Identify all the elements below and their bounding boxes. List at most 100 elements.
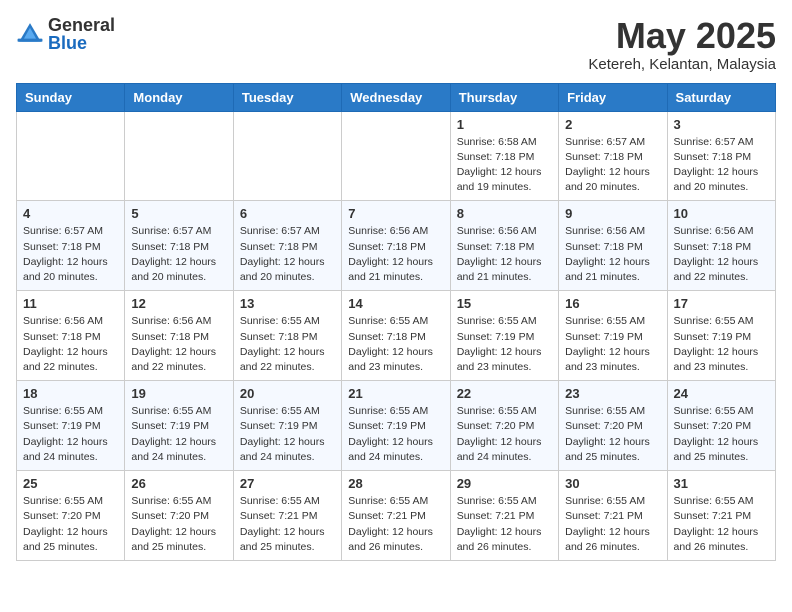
calendar-cell: 27 Sunrise: 6:55 AM Sunset: 7:21 PM Dayli… bbox=[233, 471, 341, 561]
calendar-cell: 5 Sunrise: 6:57 AM Sunset: 7:18 PM Daylig… bbox=[125, 201, 233, 291]
day-number: 23 bbox=[565, 386, 660, 401]
day-number: 21 bbox=[348, 386, 443, 401]
calendar-cell: 22 Sunrise: 6:55 AM Sunset: 7:20 PM Dayli… bbox=[450, 381, 558, 471]
day-info: Sunrise: 6:55 AM Sunset: 7:19 PM Dayligh… bbox=[457, 314, 552, 375]
day-number: 2 bbox=[565, 117, 660, 132]
day-info: Sunrise: 6:55 AM Sunset: 7:21 PM Dayligh… bbox=[348, 494, 443, 555]
day-number: 14 bbox=[348, 296, 443, 311]
calendar-cell: 8 Sunrise: 6:56 AM Sunset: 7:18 PM Daylig… bbox=[450, 201, 558, 291]
logo-icon bbox=[16, 20, 44, 48]
day-info: Sunrise: 6:57 AM Sunset: 7:18 PM Dayligh… bbox=[565, 135, 660, 196]
calendar-cell: 10 Sunrise: 6:56 AM Sunset: 7:18 PM Dayli… bbox=[667, 201, 775, 291]
calendar-cell: 13 Sunrise: 6:55 AM Sunset: 7:18 PM Dayli… bbox=[233, 291, 341, 381]
day-number: 16 bbox=[565, 296, 660, 311]
location-title: Ketereh, Kelantan, Malaysia bbox=[588, 56, 776, 73]
day-number: 11 bbox=[23, 296, 118, 311]
day-info: Sunrise: 6:56 AM Sunset: 7:18 PM Dayligh… bbox=[674, 224, 769, 285]
day-number: 13 bbox=[240, 296, 335, 311]
calendar-cell bbox=[233, 111, 341, 201]
day-number: 31 bbox=[674, 476, 769, 491]
day-info: Sunrise: 6:55 AM Sunset: 7:19 PM Dayligh… bbox=[348, 404, 443, 465]
day-number: 12 bbox=[131, 296, 226, 311]
day-number: 4 bbox=[23, 206, 118, 221]
day-info: Sunrise: 6:55 AM Sunset: 7:20 PM Dayligh… bbox=[565, 404, 660, 465]
day-number: 22 bbox=[457, 386, 552, 401]
calendar-cell: 14 Sunrise: 6:55 AM Sunset: 7:18 PM Dayli… bbox=[342, 291, 450, 381]
calendar-cell: 9Sunrise: 6:56 AM Sunset: 7:18 PM Daylig… bbox=[559, 201, 667, 291]
day-info: Sunrise: 6:55 AM Sunset: 7:19 PM Dayligh… bbox=[23, 404, 118, 465]
day-number: 10 bbox=[674, 206, 769, 221]
day-info: Sunrise: 6:58 AM Sunset: 7:18 PM Dayligh… bbox=[457, 135, 552, 196]
day-info: Sunrise: 6:55 AM Sunset: 7:19 PM Dayligh… bbox=[565, 314, 660, 375]
weekday-header-saturday: Saturday bbox=[667, 83, 775, 111]
day-info: Sunrise: 6:55 AM Sunset: 7:18 PM Dayligh… bbox=[348, 314, 443, 375]
day-info: Sunrise: 6:55 AM Sunset: 7:21 PM Dayligh… bbox=[674, 494, 769, 555]
weekday-header-wednesday: Wednesday bbox=[342, 83, 450, 111]
day-info: Sunrise: 6:55 AM Sunset: 7:20 PM Dayligh… bbox=[457, 404, 552, 465]
calendar-cell: 26 Sunrise: 6:55 AM Sunset: 7:20 PM Dayli… bbox=[125, 471, 233, 561]
day-number: 15 bbox=[457, 296, 552, 311]
calendar-cell: 1 Sunrise: 6:58 AM Sunset: 7:18 PM Daylig… bbox=[450, 111, 558, 201]
day-info: Sunrise: 6:56 AM Sunset: 7:18 PM Dayligh… bbox=[131, 314, 226, 375]
weekday-header-friday: Friday bbox=[559, 83, 667, 111]
calendar-cell: 21 Sunrise: 6:55 AM Sunset: 7:19 PM Dayli… bbox=[342, 381, 450, 471]
day-number: 8 bbox=[457, 206, 552, 221]
day-number: 19 bbox=[131, 386, 226, 401]
day-number: 26 bbox=[131, 476, 226, 491]
day-info: Sunrise: 6:56 AM Sunset: 7:18 PM Dayligh… bbox=[348, 224, 443, 285]
day-info: Sunrise: 6:55 AM Sunset: 7:21 PM Dayligh… bbox=[565, 494, 660, 555]
month-title: May 2025 bbox=[588, 16, 776, 56]
day-info: Sunrise: 6:56 AM Sunset: 7:18 PM Dayligh… bbox=[457, 224, 552, 285]
weekday-header-monday: Monday bbox=[125, 83, 233, 111]
weekday-header-tuesday: Tuesday bbox=[233, 83, 341, 111]
day-number: 30 bbox=[565, 476, 660, 491]
calendar-cell: 11 Sunrise: 6:56 AM Sunset: 7:18 PM Dayli… bbox=[17, 291, 125, 381]
calendar-cell: 23 Sunrise: 6:55 AM Sunset: 7:20 PM Dayli… bbox=[559, 381, 667, 471]
day-info: Sunrise: 6:55 AM Sunset: 7:18 PM Dayligh… bbox=[240, 314, 335, 375]
calendar-cell: 3Sunrise: 6:57 AM Sunset: 7:18 PM Daylig… bbox=[667, 111, 775, 201]
calendar-cell: 2 Sunrise: 6:57 AM Sunset: 7:18 PM Daylig… bbox=[559, 111, 667, 201]
day-info: Sunrise: 6:55 AM Sunset: 7:21 PM Dayligh… bbox=[240, 494, 335, 555]
logo: General Blue bbox=[16, 16, 115, 52]
day-info: Sunrise: 6:56 AM Sunset: 7:18 PM Dayligh… bbox=[565, 224, 660, 285]
day-number: 29 bbox=[457, 476, 552, 491]
day-number: 5 bbox=[131, 206, 226, 221]
calendar-cell bbox=[125, 111, 233, 201]
day-number: 28 bbox=[348, 476, 443, 491]
calendar-cell: 29 Sunrise: 6:55 AM Sunset: 7:21 PM Dayli… bbox=[450, 471, 558, 561]
day-info: Sunrise: 6:55 AM Sunset: 7:19 PM Dayligh… bbox=[240, 404, 335, 465]
day-info: Sunrise: 6:55 AM Sunset: 7:21 PM Dayligh… bbox=[457, 494, 552, 555]
day-number: 20 bbox=[240, 386, 335, 401]
calendar-cell: 6Sunrise: 6:57 AM Sunset: 7:18 PM Daylig… bbox=[233, 201, 341, 291]
calendar-cell: 16 Sunrise: 6:55 AM Sunset: 7:19 PM Dayli… bbox=[559, 291, 667, 381]
day-number: 17 bbox=[674, 296, 769, 311]
calendar-cell: 19Sunrise: 6:55 AM Sunset: 7:19 PM Dayli… bbox=[125, 381, 233, 471]
calendar-cell: 17Sunrise: 6:55 AM Sunset: 7:19 PM Dayli… bbox=[667, 291, 775, 381]
day-number: 3 bbox=[674, 117, 769, 132]
calendar-cell: 12 Sunrise: 6:56 AM Sunset: 7:18 PM Dayli… bbox=[125, 291, 233, 381]
calendar-cell bbox=[342, 111, 450, 201]
logo-general-text: General bbox=[48, 15, 115, 35]
title-block: May 2025 Ketereh, Kelantan, Malaysia bbox=[588, 16, 776, 73]
day-number: 24 bbox=[674, 386, 769, 401]
calendar-cell: 24Sunrise: 6:55 AM Sunset: 7:20 PM Dayli… bbox=[667, 381, 775, 471]
weekday-header-sunday: Sunday bbox=[17, 83, 125, 111]
page-header: General Blue May 2025 Ketereh, Kelantan,… bbox=[16, 16, 776, 73]
logo-blue-text: Blue bbox=[48, 33, 87, 53]
day-number: 7 bbox=[348, 206, 443, 221]
calendar-cell: 28 Sunrise: 6:55 AM Sunset: 7:21 PM Dayli… bbox=[342, 471, 450, 561]
day-info: Sunrise: 6:55 AM Sunset: 7:20 PM Dayligh… bbox=[131, 494, 226, 555]
calendar-cell bbox=[17, 111, 125, 201]
weekday-header-thursday: Thursday bbox=[450, 83, 558, 111]
day-info: Sunrise: 6:56 AM Sunset: 7:18 PM Dayligh… bbox=[23, 314, 118, 375]
day-number: 1 bbox=[457, 117, 552, 132]
day-info: Sunrise: 6:57 AM Sunset: 7:18 PM Dayligh… bbox=[131, 224, 226, 285]
day-number: 27 bbox=[240, 476, 335, 491]
calendar-cell: 15 Sunrise: 6:55 AM Sunset: 7:19 PM Dayli… bbox=[450, 291, 558, 381]
calendar-cell: 7 Sunrise: 6:56 AM Sunset: 7:18 PM Daylig… bbox=[342, 201, 450, 291]
calendar-cell: 31 Sunrise: 6:55 AM Sunset: 7:21 PM Dayli… bbox=[667, 471, 775, 561]
calendar-cell: 18Sunrise: 6:55 AM Sunset: 7:19 PM Dayli… bbox=[17, 381, 125, 471]
day-info: Sunrise: 6:57 AM Sunset: 7:18 PM Dayligh… bbox=[240, 224, 335, 285]
calendar-cell: 4Sunrise: 6:57 AM Sunset: 7:18 PM Daylig… bbox=[17, 201, 125, 291]
day-number: 25 bbox=[23, 476, 118, 491]
